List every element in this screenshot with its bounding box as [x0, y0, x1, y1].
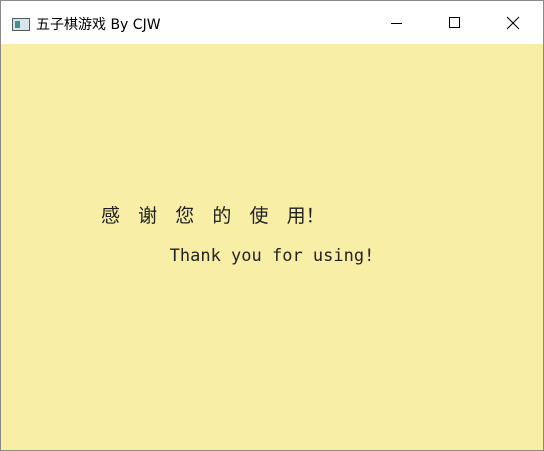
game-content-area: 感 谢 您 的 使 用！ Thank you for using!: [1, 44, 543, 450]
close-icon: [506, 16, 520, 29]
close-button[interactable]: [484, 1, 542, 44]
maximize-button[interactable]: [426, 1, 484, 44]
minimize-button[interactable]: [368, 1, 426, 44]
minimize-icon: [391, 22, 402, 24]
thanks-message-chinese: 感 谢 您 的 使 用！: [101, 205, 325, 227]
thanks-message-english: Thank you for using!: [169, 246, 375, 266]
window-title: 五子棋游戏 By CJW: [36, 17, 161, 33]
title-bar[interactable]: 五子棋游戏 By CJW: [1, 1, 543, 44]
app-window: 五子棋游戏 By CJW 感 谢 您 的 使 用！ Thank you for …: [0, 0, 544, 451]
maximize-icon: [449, 16, 460, 28]
app-window-icon: [12, 18, 30, 31]
